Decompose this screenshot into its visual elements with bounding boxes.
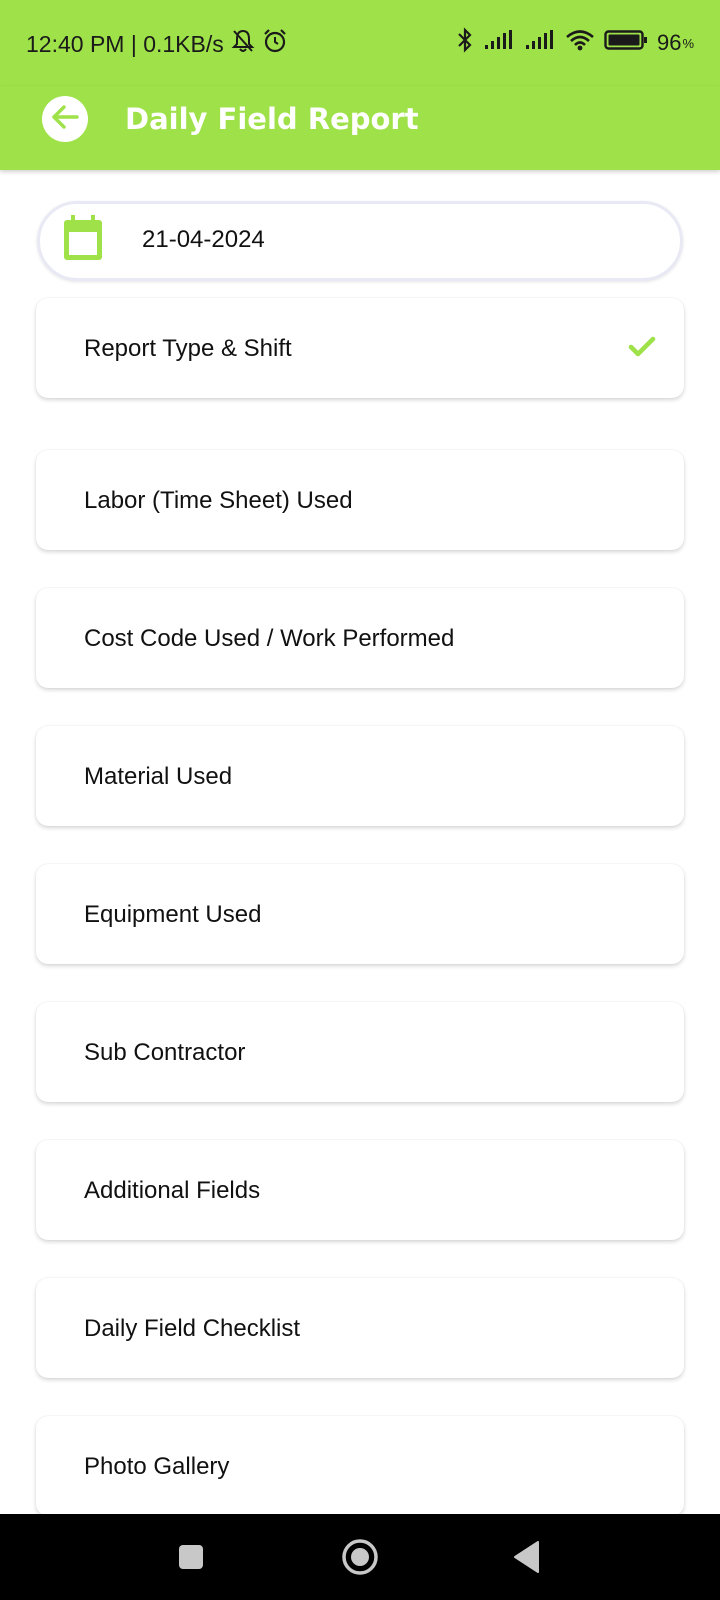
section-label: Daily Field Checklist [84, 1315, 301, 1342]
page-title: Daily Field Report [125, 102, 419, 136]
home-circle-icon[interactable] [340, 1537, 380, 1582]
date-value: 21-04-2024 [142, 226, 265, 253]
back-triangle-icon[interactable] [512, 1540, 542, 1579]
battery-percent: 96 [656, 30, 682, 55]
section-label: Photo Gallery [84, 1453, 230, 1480]
bluetooth-icon [456, 27, 474, 59]
section-card-photo-gallery[interactable]: Photo Gallery [36, 1416, 684, 1516]
section-card-additional-fields[interactable]: Additional Fields [36, 1140, 684, 1240]
signal-icon [524, 29, 556, 57]
section-label: Additional Fields [84, 1177, 261, 1204]
section-label: Labor (Time Sheet) Used [84, 487, 353, 514]
section-label: Sub Contractor [84, 1039, 246, 1066]
arrow-left-icon [49, 101, 81, 138]
system-nav-bar [0, 1514, 720, 1600]
section-card-daily-field-checklist[interactable]: Daily Field Checklist [36, 1278, 684, 1378]
status-bar: 12:40 PM | 0.1KB/s 96 % [0, 0, 720, 86]
app-bar: Daily Field Report [0, 86, 720, 170]
alarm-icon [262, 28, 288, 60]
section-card-cost-code[interactable]: Cost Code Used / Work Performed [36, 588, 684, 688]
section-label: Report Type & Shift [84, 335, 292, 362]
check-icon [628, 336, 656, 363]
battery-percent-sign: % [682, 35, 694, 51]
section-card-report-type-shift[interactable]: Report Type & Shift [36, 298, 684, 398]
section-card-labor-used[interactable]: Labor (Time Sheet) Used [36, 450, 684, 550]
mute-bell-icon [230, 28, 256, 60]
signal-icon [483, 29, 515, 57]
section-label: Equipment Used [84, 901, 262, 928]
status-time: 12:40 PM | 0.1KB/s [26, 30, 224, 57]
section-card-equipment-used[interactable]: Equipment Used [36, 864, 684, 964]
date-field[interactable]: 21-04-2024 [37, 201, 683, 281]
back-button[interactable] [42, 96, 88, 142]
calendar-icon [62, 214, 104, 267]
status-right: 96 % [456, 27, 694, 59]
recents-square-icon[interactable] [177, 1543, 205, 1576]
wifi-icon [565, 28, 595, 58]
battery-icon [604, 29, 648, 57]
section-label: Material Used [84, 763, 233, 790]
section-card-material-used[interactable]: Material Used [36, 726, 684, 826]
status-left: 12:40 PM | 0.1KB/s [26, 28, 288, 60]
section-label: Cost Code Used / Work Performed [84, 625, 455, 652]
section-card-sub-contractor[interactable]: Sub Contractor [36, 1002, 684, 1102]
